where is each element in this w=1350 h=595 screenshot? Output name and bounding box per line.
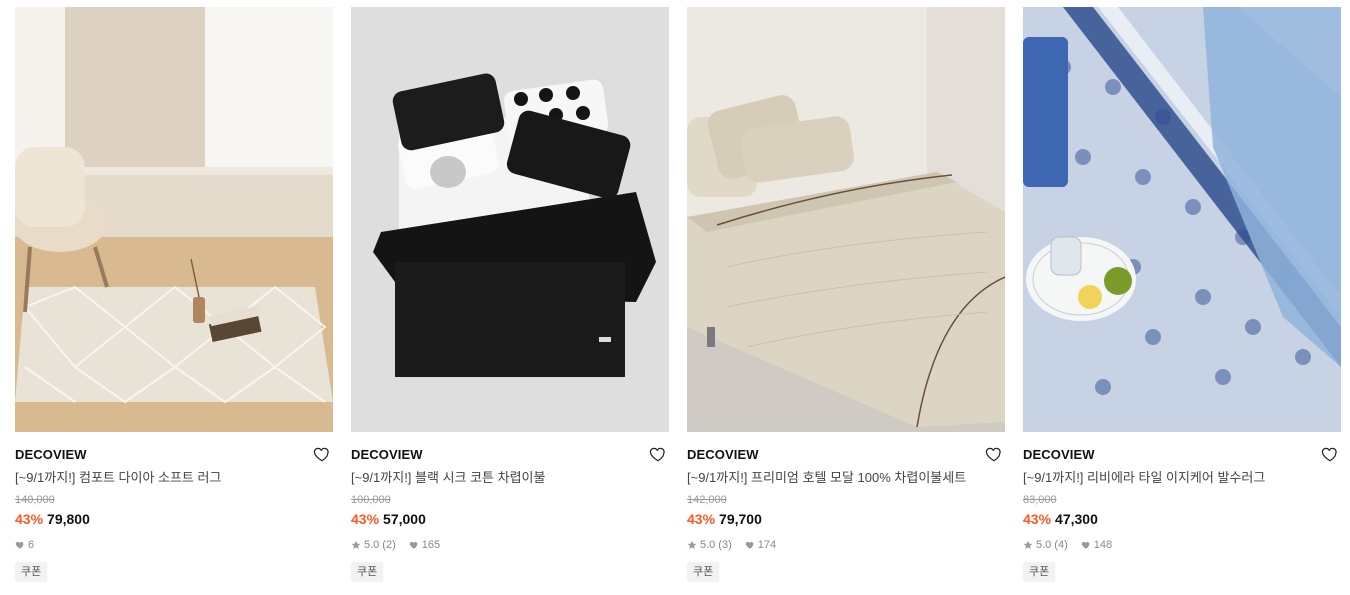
star-icon xyxy=(687,540,697,550)
like-count: 6 xyxy=(28,539,35,551)
product-card[interactable]: DECOVIEW [~9/1까지!] 리비에라 타일 이지케어 발수러그 83,… xyxy=(1023,7,1341,595)
product-stats: 6 xyxy=(15,538,333,552)
heart-count-icon xyxy=(745,540,755,550)
like-count: 148 xyxy=(1093,539,1113,551)
review-count: (2) xyxy=(382,539,396,551)
product-stats: 5.0 (4) 148 xyxy=(1023,538,1341,552)
product-card[interactable]: DECOVIEW [~9/1까지!] 컴포트 다이아 소프트 러그 140,00… xyxy=(15,7,333,595)
review-count: (4) xyxy=(1054,539,1068,551)
discount-rate: 43% xyxy=(15,511,44,527)
product-image[interactable] xyxy=(15,7,333,432)
brand-name[interactable]: DECOVIEW xyxy=(1023,446,1341,464)
product-card[interactable]: DECOVIEW [~9/1까지!] 프리미엄 호텔 모달 100% 차렵이불세… xyxy=(687,7,1005,595)
like-count: 165 xyxy=(421,539,441,551)
star-icon xyxy=(351,540,361,550)
brand-name[interactable]: DECOVIEW xyxy=(687,446,1005,464)
original-price: 100,000 xyxy=(351,494,391,506)
heart-count-icon xyxy=(1081,540,1091,550)
price-row: 43% 57,000 xyxy=(351,510,669,528)
coupon-badge: 쿠폰 xyxy=(351,562,384,582)
product-image[interactable] xyxy=(1023,7,1341,432)
rating-score: 5.0 xyxy=(364,539,380,551)
sale-price: 47,300 xyxy=(1055,511,1098,527)
product-card[interactable]: DECOVIEW [~9/1까지!] 블랙 시크 코튼 차렵이불 100,000… xyxy=(351,7,669,595)
discount-rate: 43% xyxy=(687,511,716,527)
coupon-badge: 쿠폰 xyxy=(15,562,48,582)
original-price: 83,000 xyxy=(1023,494,1057,506)
sale-price: 57,000 xyxy=(383,511,426,527)
wishlist-heart-icon[interactable] xyxy=(649,445,667,463)
rating-score: 5.0 xyxy=(700,539,716,551)
product-name[interactable]: [~9/1까지!] 프리미엄 호텔 모달 100% 차렵이불세트 xyxy=(687,469,1005,487)
price-row: 43% 79,700 xyxy=(687,510,1005,528)
product-grid: DECOVIEW [~9/1까지!] 컴포트 다이아 소프트 러그 140,00… xyxy=(0,0,1350,595)
review-count: (3) xyxy=(718,539,732,551)
wishlist-heart-icon[interactable] xyxy=(313,445,331,463)
star-icon xyxy=(1023,540,1033,550)
product-stats: 5.0 (3) 174 xyxy=(687,538,1005,552)
discount-rate: 43% xyxy=(351,511,380,527)
wishlist-heart-icon[interactable] xyxy=(985,445,1003,463)
product-image[interactable] xyxy=(687,7,1005,432)
product-stats: 5.0 (2) 165 xyxy=(351,538,669,552)
discount-rate: 43% xyxy=(1023,511,1052,527)
product-info: DECOVIEW [~9/1까지!] 프리미엄 호텔 모달 100% 차렵이불세… xyxy=(687,432,1005,582)
product-name[interactable]: [~9/1까지!] 리비에라 타일 이지케어 발수러그 xyxy=(1023,469,1341,487)
price-row: 43% 47,300 xyxy=(1023,510,1341,528)
wishlist-heart-icon[interactable] xyxy=(1321,445,1339,463)
sale-price: 79,700 xyxy=(719,511,762,527)
original-price: 142,000 xyxy=(687,494,727,506)
product-image[interactable] xyxy=(351,7,669,432)
heart-count-icon xyxy=(409,540,419,550)
product-info: DECOVIEW [~9/1까지!] 블랙 시크 코튼 차렵이불 100,000… xyxy=(351,432,669,582)
price-row: 43% 79,800 xyxy=(15,510,333,528)
sale-price: 79,800 xyxy=(47,511,90,527)
brand-name[interactable]: DECOVIEW xyxy=(351,446,669,464)
coupon-badge: 쿠폰 xyxy=(687,562,720,582)
brand-name[interactable]: DECOVIEW xyxy=(15,446,333,464)
like-count: 174 xyxy=(757,539,777,551)
original-price: 140,000 xyxy=(15,494,55,506)
heart-count-icon xyxy=(15,540,25,550)
product-info: DECOVIEW [~9/1까지!] 리비에라 타일 이지케어 발수러그 83,… xyxy=(1023,432,1341,582)
rating-score: 5.0 xyxy=(1036,539,1052,551)
product-name[interactable]: [~9/1까지!] 컴포트 다이아 소프트 러그 xyxy=(15,469,333,487)
product-name[interactable]: [~9/1까지!] 블랙 시크 코튼 차렵이불 xyxy=(351,469,669,487)
coupon-badge: 쿠폰 xyxy=(1023,562,1056,582)
product-info: DECOVIEW [~9/1까지!] 컴포트 다이아 소프트 러그 140,00… xyxy=(15,432,333,582)
